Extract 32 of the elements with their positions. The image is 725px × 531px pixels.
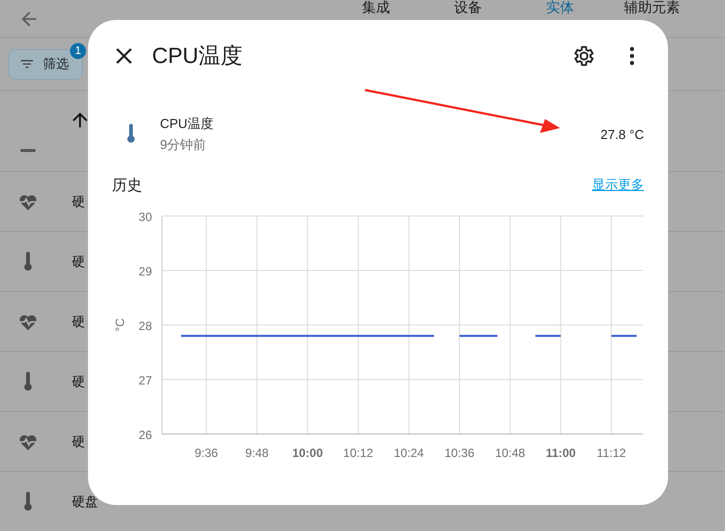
- tab[interactable]: 集成: [330, 0, 422, 36]
- y-tick-label: 28: [138, 319, 152, 333]
- section-title: 历史: [112, 176, 142, 194]
- dialog-title: CPU温度: [152, 42, 244, 70]
- tab[interactable]: 辅助元素: [606, 0, 698, 36]
- entity-name: 硬: [72, 252, 85, 270]
- entity-name: 硬: [72, 432, 85, 450]
- x-tick-label: 11:12: [596, 446, 626, 460]
- x-tick-label: 10:00: [292, 446, 323, 460]
- x-tick-label: 10:12: [343, 446, 374, 460]
- y-tick-label: 30: [138, 210, 152, 224]
- y-tick-label: 29: [138, 264, 152, 278]
- x-tick-label: 9:36: [194, 446, 218, 460]
- collapse-icon[interactable]: [18, 149, 38, 152]
- x-tick-label: 9:48: [245, 446, 269, 460]
- axis-label: °C: [113, 318, 127, 332]
- x-tick-label: 10:36: [444, 446, 474, 460]
- entity-state: 27.8 °C: [600, 126, 644, 142]
- entity-name: 硬盘: [72, 492, 98, 510]
- y-tick-label: 26: [138, 428, 152, 442]
- count-badge: 1: [70, 43, 86, 59]
- settings-icon[interactable]: [572, 44, 596, 68]
- y-tick-label: 27: [138, 374, 152, 388]
- x-tick-label: 10:24: [394, 446, 424, 460]
- entity-name: 硬: [72, 372, 85, 390]
- entity-name: 硬: [72, 192, 85, 210]
- tab[interactable]: 设备: [422, 0, 514, 36]
- entity-name: 硬: [72, 312, 85, 330]
- last-updated: 9分钟前: [160, 136, 208, 154]
- x-tick-label: 11:00: [546, 446, 576, 460]
- x-tick-label: 10:48: [495, 446, 526, 460]
- entity-name: CPU温度: [160, 114, 214, 132]
